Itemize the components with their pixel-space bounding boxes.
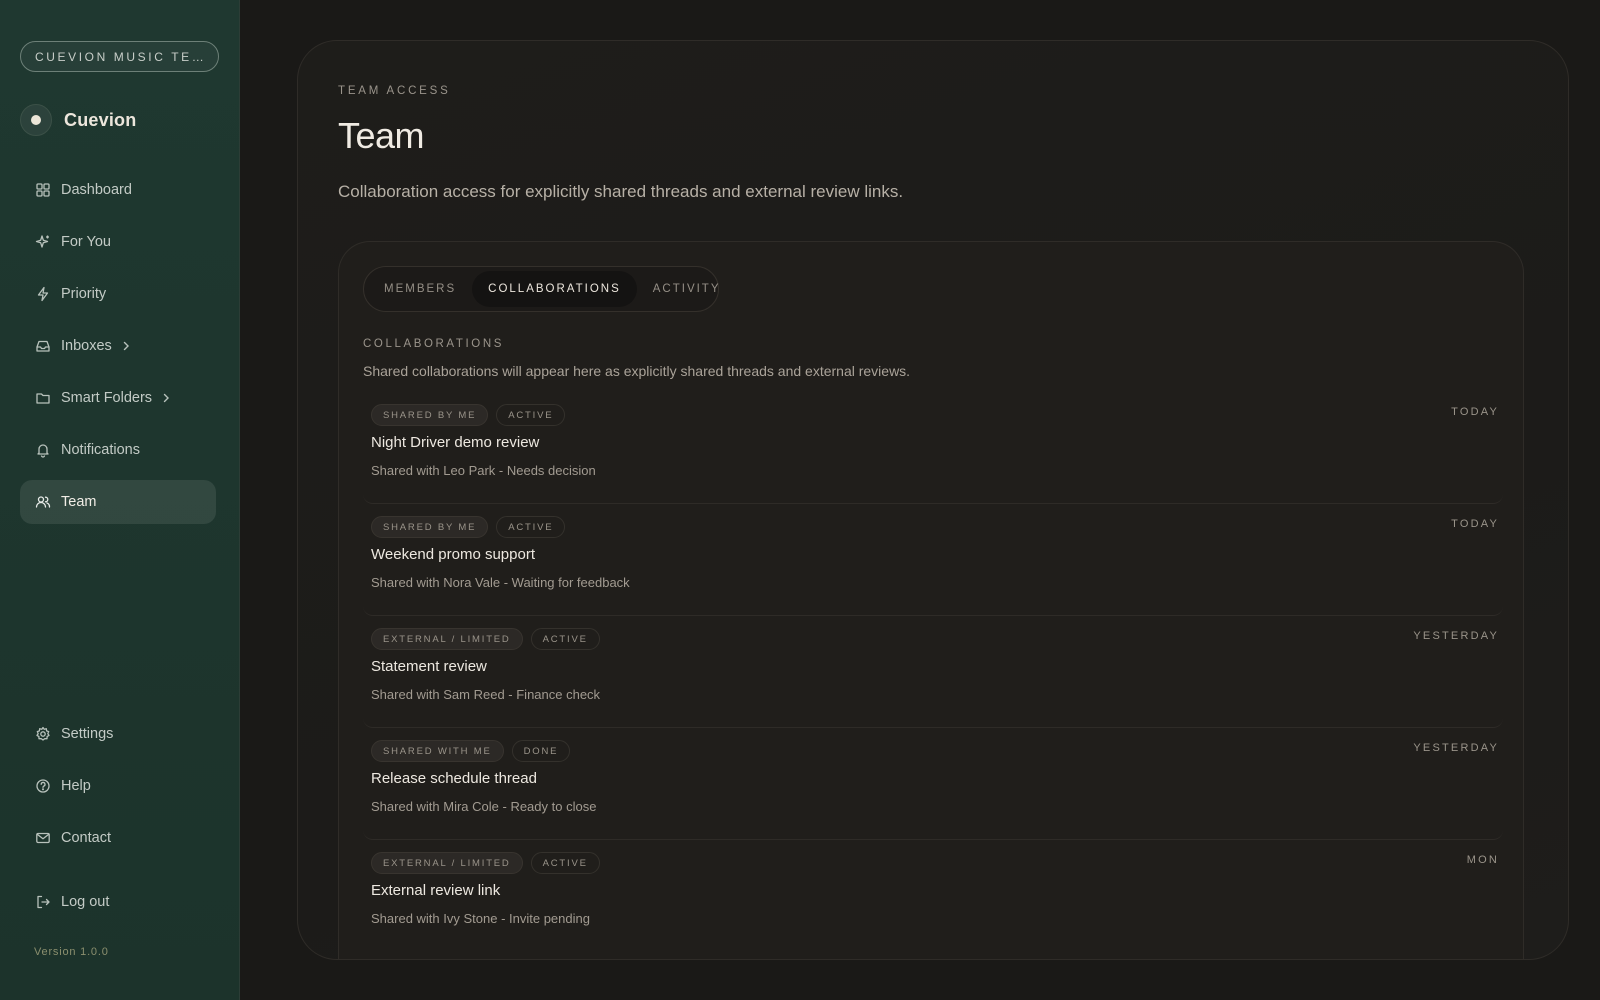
- logout-label: Log out: [61, 894, 110, 910]
- nav-item-smart-folders[interactable]: Smart Folders: [20, 376, 216, 420]
- version-label: Version 1.0.0: [34, 946, 109, 958]
- sparkle-icon: [35, 234, 51, 250]
- item-title: Weekend promo support: [371, 546, 535, 563]
- inbox-icon: [35, 338, 51, 354]
- status-badge: ACTIVE: [496, 516, 566, 538]
- bolt-icon: [35, 286, 51, 302]
- sidebar: CUEVION MUSIC TEAM Cuevion Dashboard For…: [0, 0, 240, 1000]
- secondary-nav: Settings Help Contact: [20, 712, 216, 868]
- nav-item-for-you[interactable]: For You: [20, 220, 216, 264]
- list-item[interactable]: EXTERNAL / LIMITED ACTIVE External revie…: [363, 840, 1503, 952]
- nav-item-label: For You: [61, 234, 111, 250]
- bell-icon: [35, 442, 51, 458]
- status-badge: ACTIVE: [530, 852, 600, 874]
- list-item[interactable]: SHARED BY ME ACTIVE Night Driver demo re…: [363, 392, 1503, 504]
- page-title: Team: [338, 115, 425, 156]
- gear-icon: [35, 726, 51, 742]
- item-title: Statement review: [371, 658, 487, 675]
- item-title: Release schedule thread: [371, 770, 537, 787]
- folder-icon: [35, 390, 51, 406]
- item-title: Night Driver demo review: [371, 434, 540, 451]
- nav-item-label: Dashboard: [61, 182, 132, 198]
- item-subtitle: Shared with Mira Cole - Ready to close: [371, 799, 597, 814]
- primary-nav: Dashboard For You Priority Inboxes Smart…: [20, 168, 216, 532]
- logout-container: Log out: [20, 880, 216, 932]
- item-subtitle: Shared with Ivy Stone - Invite pending: [371, 911, 590, 926]
- nav-item-label: Contact: [61, 830, 111, 846]
- nav-item-label: Inboxes: [61, 338, 112, 354]
- tag-badge: EXTERNAL / LIMITED: [371, 628, 523, 650]
- users-icon: [35, 494, 51, 510]
- collaborations-panel: MEMBERS COLLABORATIONS ACTIVITY COLLABOR…: [338, 241, 1524, 959]
- nav-item-inboxes[interactable]: Inboxes: [20, 324, 216, 368]
- chevron-right-icon: [160, 392, 172, 404]
- item-subtitle: Shared with Leo Park - Needs decision: [371, 463, 596, 478]
- status-badge: ACTIVE: [530, 628, 600, 650]
- nav-item-help[interactable]: Help: [20, 764, 216, 808]
- nav-item-label: Smart Folders: [61, 390, 153, 406]
- item-date: MON: [1466, 854, 1499, 866]
- tab-bar: MEMBERS COLLABORATIONS ACTIVITY: [363, 266, 719, 312]
- nav-item-label: Notifications: [61, 442, 140, 458]
- list-item[interactable]: EXTERNAL / LIMITED ACTIVE Statement revi…: [363, 616, 1503, 728]
- status-badge: ACTIVE: [496, 404, 566, 426]
- tag-badge: SHARED BY ME: [371, 516, 489, 538]
- brand: Cuevion: [20, 104, 136, 136]
- mail-icon: [35, 830, 51, 846]
- item-title: External review link: [371, 882, 501, 899]
- tag-group: SHARED WITH ME DONE: [371, 740, 571, 762]
- collaboration-list: SHARED BY ME ACTIVE Night Driver demo re…: [363, 392, 1503, 952]
- nav-item-label: Help: [61, 778, 91, 794]
- item-date: YESTERDAY: [1413, 742, 1499, 754]
- page-eyebrow: TEAM ACCESS: [338, 85, 451, 97]
- tag-group: SHARED BY ME ACTIVE: [371, 516, 566, 538]
- tag-badge: SHARED WITH ME: [371, 740, 504, 762]
- status-badge: DONE: [511, 740, 571, 762]
- nav-item-settings[interactable]: Settings: [20, 712, 216, 756]
- tag-group: SHARED BY ME ACTIVE: [371, 404, 566, 426]
- item-subtitle: Shared with Nora Vale - Waiting for feed…: [371, 575, 630, 590]
- nav-item-label: Team: [61, 494, 97, 510]
- main-panel: TEAM ACCESS Team Collaboration access fo…: [297, 40, 1569, 960]
- item-date: TODAY: [1451, 518, 1499, 530]
- nav-item-team[interactable]: Team: [20, 480, 216, 524]
- nav-item-dashboard[interactable]: Dashboard: [20, 168, 216, 212]
- tag-group: EXTERNAL / LIMITED ACTIVE: [371, 628, 600, 650]
- tab-collaborations[interactable]: COLLABORATIONS: [472, 271, 637, 307]
- workspace-name: CUEVION MUSIC TEAM: [35, 49, 207, 64]
- section-eyebrow: COLLABORATIONS: [363, 338, 504, 350]
- workspace-switcher[interactable]: CUEVION MUSIC TEAM: [20, 41, 219, 72]
- nav-item-label: Priority: [61, 286, 107, 302]
- item-date: YESTERDAY: [1413, 630, 1499, 642]
- tab-members[interactable]: MEMBERS: [368, 271, 472, 307]
- list-item[interactable]: SHARED WITH ME DONE Release schedule thr…: [363, 728, 1503, 840]
- item-date: TODAY: [1451, 406, 1499, 418]
- nav-item-priority[interactable]: Priority: [20, 272, 216, 316]
- section-description: Shared collaborations will appear here a…: [363, 363, 911, 379]
- logout-button[interactable]: Log out: [20, 880, 216, 924]
- nav-item-label: Settings: [61, 726, 114, 742]
- list-item[interactable]: SHARED BY ME ACTIVE Weekend promo suppor…: [363, 504, 1503, 616]
- brand-name: Cuevion: [64, 109, 137, 130]
- grid-icon: [35, 182, 51, 198]
- brand-logo-icon: [20, 104, 52, 136]
- nav-item-notifications[interactable]: Notifications: [20, 428, 216, 472]
- logout-icon: [35, 894, 51, 910]
- nav-item-contact[interactable]: Contact: [20, 816, 216, 860]
- tag-badge: EXTERNAL / LIMITED: [371, 852, 523, 874]
- page-description: Collaboration access for explicitly shar…: [338, 182, 904, 201]
- item-subtitle: Shared with Sam Reed - Finance check: [371, 687, 601, 702]
- tab-activity[interactable]: ACTIVITY: [637, 271, 737, 307]
- chevron-right-icon: [120, 340, 132, 352]
- tag-group: EXTERNAL / LIMITED ACTIVE: [371, 852, 600, 874]
- help-icon: [35, 778, 51, 794]
- tag-badge: SHARED BY ME: [371, 404, 489, 426]
